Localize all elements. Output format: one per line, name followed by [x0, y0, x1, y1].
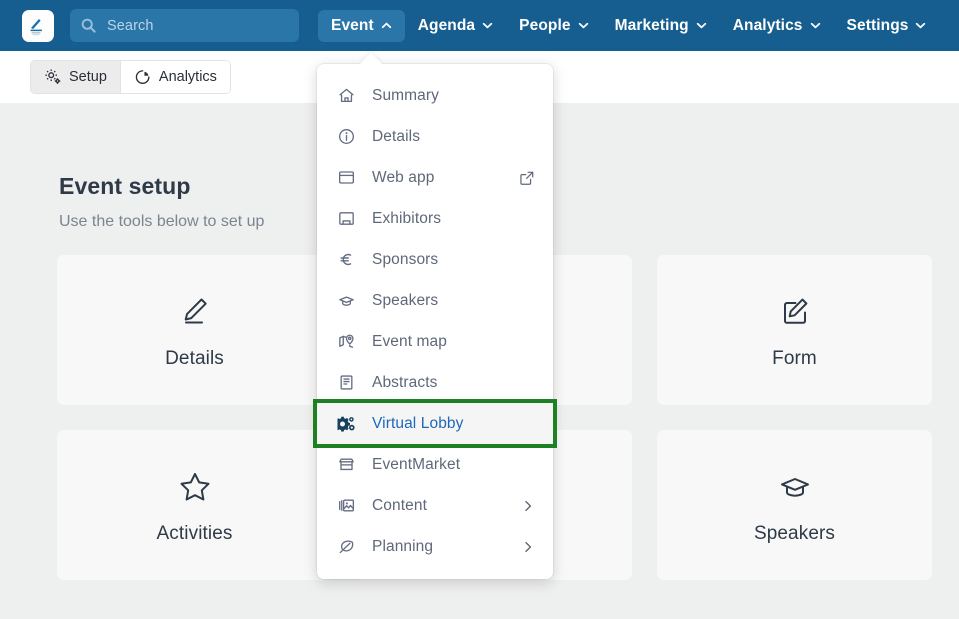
menu-item-content[interactable]: Content	[317, 485, 553, 526]
nav-item-event[interactable]: Event	[318, 9, 405, 42]
nav-item-label: Marketing	[614, 16, 689, 34]
page-subtitle: Use the tools below to set up	[59, 213, 265, 230]
chevron-down-icon	[696, 22, 706, 29]
menu-item-abstracts[interactable]: Abstracts	[317, 362, 553, 403]
tab-label: Analytics	[158, 69, 217, 85]
menu-item-label: Abstracts	[372, 373, 438, 391]
menu-item-label: Exhibitors	[372, 209, 442, 227]
tab-setup[interactable]: Setup	[31, 61, 120, 93]
menu-item-eventmarket[interactable]: EventMarket	[317, 444, 553, 485]
chevron-down-icon	[578, 22, 588, 29]
form-edit-icon	[775, 291, 815, 331]
nav-item-settings[interactable]: Settings	[834, 10, 940, 42]
card-label: Activities	[156, 522, 233, 544]
info-circle-icon	[335, 127, 357, 146]
tab-group: Setup Analytics	[30, 60, 231, 94]
nav-item-label: People	[519, 16, 571, 34]
gears-icon	[45, 69, 61, 84]
images-icon	[335, 496, 357, 515]
menu-item-summary[interactable]: Summary	[317, 75, 553, 116]
chevron-down-icon	[810, 22, 820, 29]
menu-item-sponsors[interactable]: Sponsors	[317, 239, 553, 280]
card-speakers[interactable]: Speakers	[657, 430, 932, 580]
card-label: Speakers	[753, 522, 836, 544]
menu-item-label: Event map	[372, 332, 447, 350]
home-icon	[335, 86, 357, 105]
chevron-right-icon	[521, 540, 535, 554]
menu-item-exhibitors[interactable]: Exhibitors	[317, 198, 553, 239]
gears-icon	[335, 414, 357, 434]
chevron-up-icon	[381, 22, 391, 29]
nav-item-people[interactable]: People	[506, 10, 601, 42]
nav-item-label: Event	[331, 16, 374, 34]
menu-item-label: Content	[372, 496, 427, 514]
menu-item-web-app[interactable]: Web app	[317, 157, 553, 198]
nav-item-analytics[interactable]: Analytics	[720, 10, 834, 42]
card-label: Form	[772, 347, 817, 369]
nav-item-label: Settings	[846, 16, 909, 34]
menu-item-speakers[interactable]: Speakers	[317, 280, 553, 321]
primary-nav: Event Agenda People Marketing Analytics	[318, 0, 939, 51]
card-activities[interactable]: Activities	[57, 430, 332, 580]
star-icon	[175, 466, 215, 506]
search-input[interactable]: Search	[70, 9, 299, 42]
nav-item-agenda[interactable]: Agenda	[405, 10, 506, 42]
chevron-right-icon	[521, 499, 535, 513]
menu-item-label: Summary	[372, 86, 440, 104]
search-placeholder: Search	[107, 17, 154, 34]
card-label: Details	[165, 347, 224, 369]
document-icon	[335, 373, 357, 392]
page-title: Event setup	[59, 173, 191, 199]
menu-item-label: Virtual Lobby	[372, 414, 464, 432]
card-details[interactable]: Details	[57, 255, 332, 405]
nav-item-label: Analytics	[732, 16, 803, 34]
tab-label: Setup	[69, 69, 107, 85]
menu-item-label: Sponsors	[372, 250, 439, 268]
external-link-icon	[519, 170, 535, 186]
menu-item-label: EventMarket	[372, 455, 461, 473]
card-form[interactable]: Form	[657, 255, 932, 405]
event-dropdown-menu: Summary Details Web app Exhibitors Spons…	[313, 64, 557, 579]
tab-analytics[interactable]: Analytics	[119, 61, 230, 93]
app-logo[interactable]	[22, 9, 54, 42]
window-icon	[335, 168, 357, 187]
menu-item-details[interactable]: Details	[317, 116, 553, 157]
graduation-cap-icon	[335, 291, 357, 310]
euro-icon	[335, 250, 357, 269]
graduation-cap-icon	[775, 466, 815, 506]
menu-item-label: Details	[372, 127, 421, 145]
chevron-down-icon	[482, 22, 493, 29]
menu-item-label: Speakers	[372, 291, 439, 309]
pencil-icon	[175, 291, 215, 331]
leaf-icon	[335, 537, 357, 556]
nav-item-label: Agenda	[417, 16, 476, 34]
menu-item-virtual-lobby[interactable]: Virtual Lobby	[313, 399, 557, 448]
menu-item-label: Planning	[372, 537, 434, 555]
booth-icon	[335, 209, 357, 228]
map-pin-icon	[335, 332, 357, 351]
menu-item-event-map[interactable]: Event map	[317, 321, 553, 362]
search-icon	[81, 18, 96, 33]
chevron-down-icon	[916, 22, 926, 29]
top-navigation-bar: Search Event Agenda People Marketing Ana…	[0, 0, 959, 51]
pie-chart-icon	[135, 70, 150, 84]
store-icon	[335, 455, 357, 474]
menu-item-planning[interactable]: Planning	[317, 526, 553, 567]
menu-item-label: Web app	[372, 168, 435, 186]
nav-item-marketing[interactable]: Marketing	[602, 10, 720, 42]
